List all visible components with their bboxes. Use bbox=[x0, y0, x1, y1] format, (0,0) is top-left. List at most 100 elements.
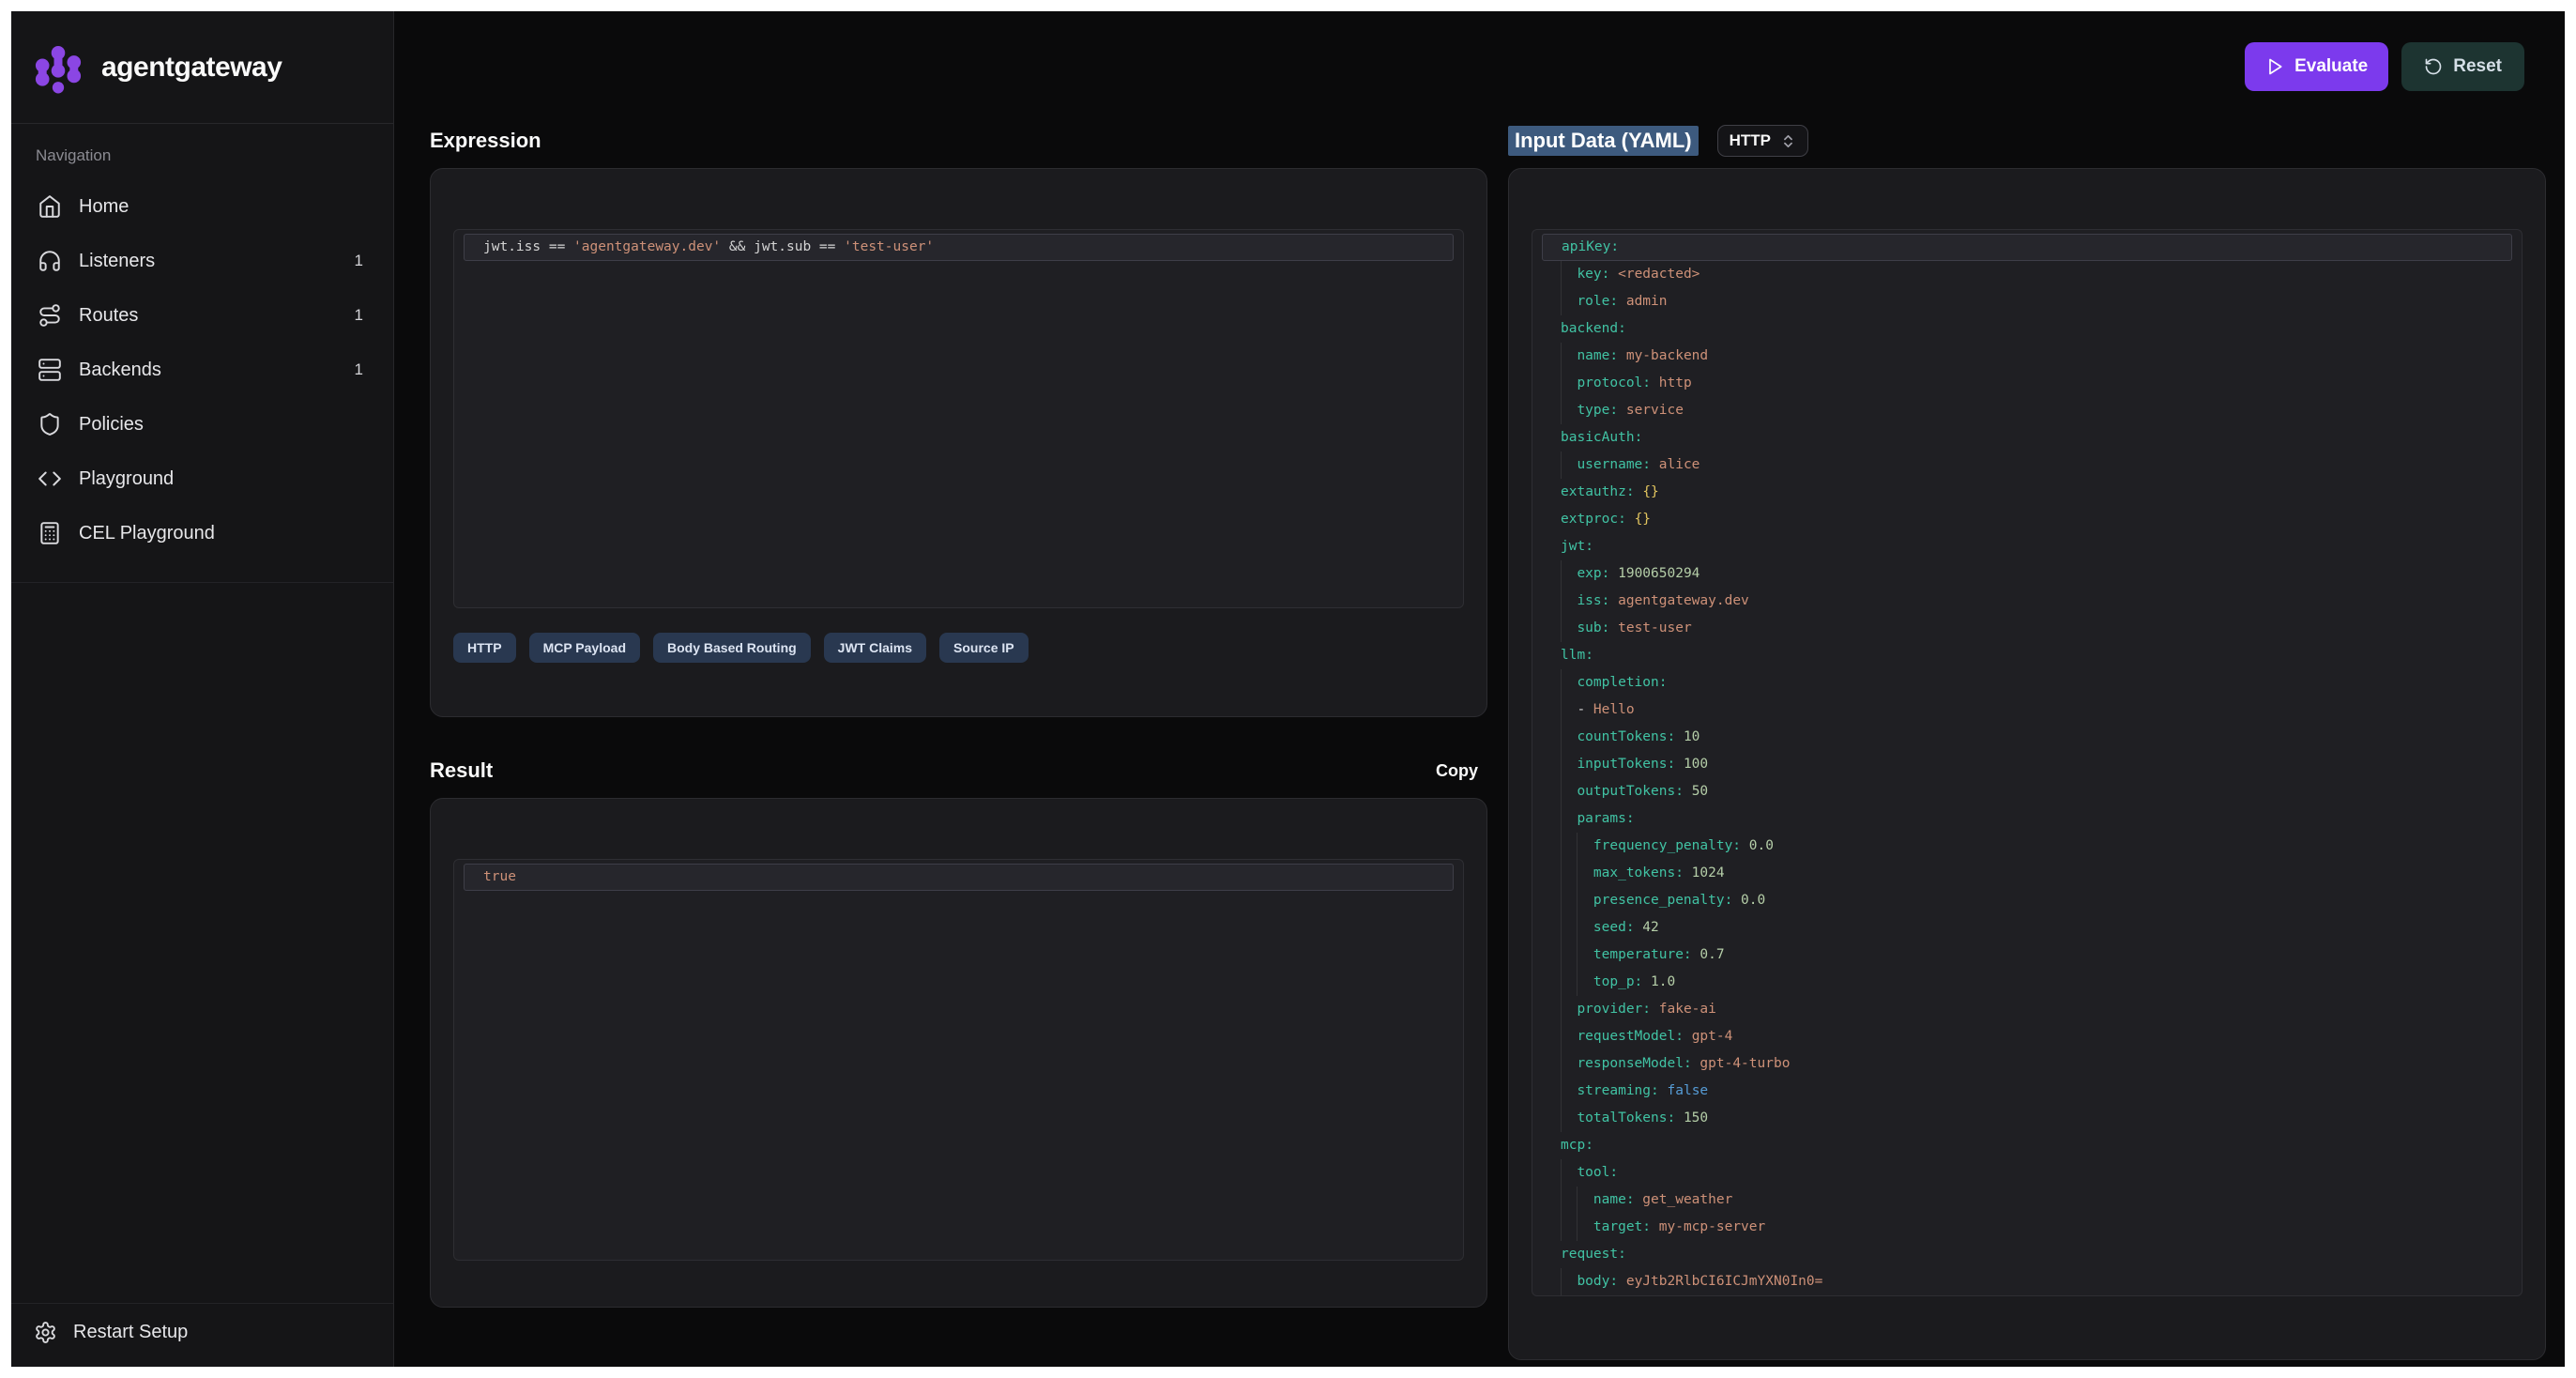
headphones-icon bbox=[38, 249, 62, 273]
app-frame: agentgateway Navigation Home Listeners1 Ro… bbox=[11, 11, 2565, 1367]
yaml-code-line: username: alice bbox=[1532, 452, 2522, 479]
yaml-code-line: - Hello bbox=[1532, 697, 2522, 724]
yaml-code-line: body: eyJtb2RlbCI6ICJmYXN0In0= bbox=[1532, 1268, 2522, 1295]
yaml-code-line: seed: 42 bbox=[1532, 914, 2522, 942]
rotate-ccw-icon bbox=[2424, 57, 2443, 76]
yaml-code-line: countTokens: 10 bbox=[1532, 724, 2522, 751]
input-data-card: apiKey: key: <redacted> role: adminbacke… bbox=[1508, 168, 2546, 1360]
sidebar-footer: Restart Setup bbox=[11, 1303, 393, 1367]
yaml-code-line: basicAuth: bbox=[1532, 424, 2522, 452]
input-data-title: Input Data (YAML) bbox=[1508, 126, 1699, 156]
nav-section-label: Navigation bbox=[26, 143, 378, 182]
yaml-code-line: top_p: 1.0 bbox=[1532, 969, 2522, 996]
input-data-column: Input Data (YAML) HTTP apiKey: key: <red… bbox=[1508, 125, 2546, 1360]
expression-card: jwt.iss == 'agentgateway.dev' && jwt.sub… bbox=[430, 168, 1487, 717]
input-mode-value: HTTP bbox=[1730, 131, 1771, 150]
yaml-code-line: jwt: bbox=[1532, 533, 2522, 560]
gear-icon bbox=[34, 1321, 58, 1344]
copy-button[interactable]: Copy bbox=[1426, 756, 1487, 787]
nav-item-count: 1 bbox=[355, 306, 367, 325]
yaml-code-line: params: bbox=[1532, 805, 2522, 833]
nav-item-label: CEL Playground bbox=[79, 523, 215, 544]
brand-link[interactable]: agentgateway bbox=[11, 11, 393, 124]
yaml-code-line: protocol: http bbox=[1532, 370, 2522, 397]
brand-name: agentgateway bbox=[101, 52, 282, 84]
expression-title: Expression bbox=[430, 129, 541, 153]
main-content: Evaluate Reset Expression jwt.iss == 'ag… bbox=[394, 11, 2565, 1367]
yaml-code-line: provider: fake-ai bbox=[1532, 996, 2522, 1023]
yaml-code-line: outputTokens: 50 bbox=[1532, 778, 2522, 805]
server-icon bbox=[38, 358, 62, 382]
sidebar-item-playground[interactable]: Playground bbox=[26, 454, 378, 503]
yaml-code-line: inputTokens: 100 bbox=[1532, 751, 2522, 778]
sidebar-item-backends[interactable]: Backends 1 bbox=[26, 345, 378, 394]
calculator-icon bbox=[38, 521, 62, 545]
evaluate-button[interactable]: Evaluate bbox=[2245, 42, 2388, 91]
input-mode-select[interactable]: HTTP bbox=[1717, 125, 1808, 157]
chevrons-up-down-icon bbox=[1780, 133, 1796, 149]
yaml-code-line: tool: bbox=[1532, 1159, 2522, 1187]
expression-code-line: jwt.iss == 'agentgateway.dev' && jwt.sub… bbox=[464, 234, 1454, 261]
yaml-code-line: max_tokens: 1024 bbox=[1532, 860, 2522, 887]
example-chip-jwt-claims[interactable]: JWT Claims bbox=[824, 633, 926, 663]
sidebar-item-home[interactable]: Home bbox=[26, 182, 378, 231]
result-value: true bbox=[483, 869, 516, 884]
yaml-code-line: mcp: bbox=[1532, 1132, 2522, 1159]
yaml-code-line: requestModel: gpt-4 bbox=[1532, 1023, 2522, 1050]
nav-item-label: Policies bbox=[79, 414, 144, 436]
nav-item-count: 1 bbox=[355, 252, 367, 270]
play-icon bbox=[2265, 57, 2284, 76]
example-chip-body-based-routing[interactable]: Body Based Routing bbox=[653, 633, 811, 663]
result-code-line: true bbox=[464, 864, 1454, 891]
yaml-code-line: backend: bbox=[1532, 315, 2522, 343]
evaluate-label: Evaluate bbox=[2294, 56, 2368, 77]
yaml-code-line: responseModel: gpt-4-turbo bbox=[1532, 1050, 2522, 1078]
sidebar: agentgateway Navigation Home Listeners1 Ro… bbox=[11, 11, 394, 1367]
nav-item-label: Home bbox=[79, 196, 129, 218]
yaml-code-line: sub: test-user bbox=[1532, 615, 2522, 642]
columns: Expression jwt.iss == 'agentgateway.dev'… bbox=[430, 125, 2546, 1360]
sidebar-item-cel-playground[interactable]: CEL Playground bbox=[26, 509, 378, 558]
yaml-code-line: extproc: {} bbox=[1532, 506, 2522, 533]
yaml-code-line: totalTokens: 150 bbox=[1532, 1105, 2522, 1132]
yaml-code-line: exp: 1900650294 bbox=[1532, 560, 2522, 588]
top-actions: Evaluate Reset bbox=[430, 42, 2524, 91]
yaml-editor[interactable]: apiKey: key: <redacted> role: adminbacke… bbox=[1532, 229, 2523, 1296]
yaml-code-line: completion: bbox=[1532, 669, 2522, 697]
sidebar-item-routes[interactable]: Routes 1 bbox=[26, 291, 378, 340]
nav-items: Home Listeners1 Routes 1 Backends 1 Policies Pl… bbox=[26, 182, 378, 558]
yaml-code-line: llm: bbox=[1532, 642, 2522, 669]
nav-item-count: 1 bbox=[355, 360, 367, 379]
expression-editor[interactable]: jwt.iss == 'agentgateway.dev' && jwt.sub… bbox=[453, 229, 1464, 608]
yaml-code-line: key: <redacted> bbox=[1532, 261, 2522, 288]
sidebar-item-policies[interactable]: Policies bbox=[26, 400, 378, 449]
yaml-code-line: iss: agentgateway.dev bbox=[1532, 588, 2522, 615]
yaml-code-line: type: service bbox=[1532, 397, 2522, 424]
sidebar-nav: Navigation HomeListeners1Routes1Backends… bbox=[11, 124, 393, 583]
example-chips: HTTP MCP Payload Body Based Routing JWT Cla… bbox=[453, 633, 1464, 663]
reset-button[interactable]: Reset bbox=[2401, 42, 2524, 91]
example-chip-source-ip[interactable]: Source IP bbox=[939, 633, 1029, 663]
yaml-code-line: presence_penalty: 0.0 bbox=[1532, 887, 2522, 914]
shield-icon bbox=[38, 412, 62, 436]
expression-column: Expression jwt.iss == 'agentgateway.dev'… bbox=[430, 125, 1487, 1360]
result-editor[interactable]: true bbox=[453, 859, 1464, 1261]
route-icon bbox=[38, 303, 62, 328]
result-card: true bbox=[430, 798, 1487, 1308]
yaml-code-line: apiKey: bbox=[1542, 234, 2512, 261]
nav-item-label: Routes bbox=[79, 305, 138, 327]
yaml-code-line: streaming: false bbox=[1532, 1078, 2522, 1105]
yaml-code-line: name: get_weather bbox=[1532, 1187, 2522, 1214]
sidebar-spacer bbox=[11, 583, 393, 1303]
yaml-code-line: frequency_penalty: 0.0 bbox=[1532, 833, 2522, 860]
nav-item-label: Backends bbox=[79, 360, 161, 381]
restart-setup-label: Restart Setup bbox=[73, 1322, 188, 1343]
nav-item-label: Playground bbox=[79, 468, 174, 490]
sidebar-item-listeners[interactable]: Listeners1 bbox=[26, 237, 378, 285]
example-chip-http[interactable]: HTTP bbox=[453, 633, 516, 663]
sidebar-item-restart-setup[interactable]: Restart Setup bbox=[34, 1321, 371, 1344]
yaml-code-line: request: bbox=[1532, 1241, 2522, 1268]
agentgateway-logo-icon bbox=[32, 41, 84, 94]
example-chip-mcp-payload[interactable]: MCP Payload bbox=[529, 633, 640, 663]
result-title: Result bbox=[430, 758, 493, 783]
